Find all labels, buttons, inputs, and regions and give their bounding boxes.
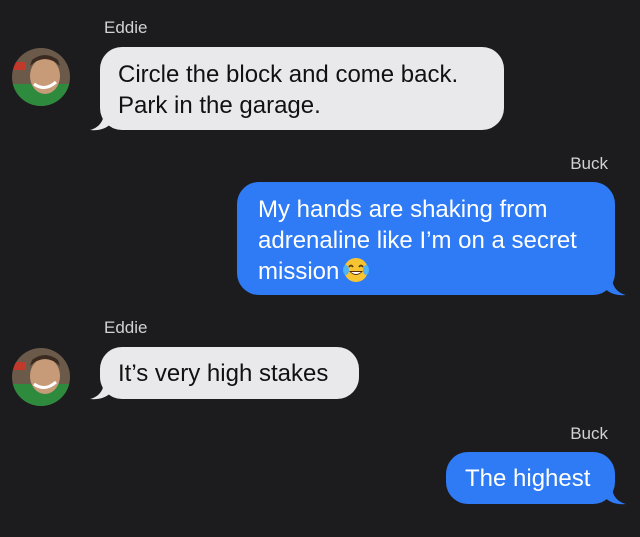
tears-of-joy-emoji	[343, 258, 370, 282]
bubble-tail	[90, 112, 112, 131]
message-line: adrenaline like I’m on a secret	[258, 227, 577, 254]
contact-avatar[interactable]	[12, 348, 70, 406]
sender-name: Buck	[570, 424, 608, 443]
message-line: The highest	[465, 465, 591, 492]
message-line: mission	[258, 256, 597, 287]
message-line: Circle the block and come back.	[118, 61, 459, 88]
message-bubble[interactable]: Circle the block and come back. Park in …	[100, 47, 504, 130]
message-line: Park in the garage.	[118, 92, 321, 119]
bubble-tail	[604, 486, 626, 505]
contact-avatar[interactable]	[12, 48, 70, 106]
message-line: It’s very high stakes	[118, 360, 329, 387]
bubble-tail	[90, 381, 112, 400]
message-bubble[interactable]: The highest	[446, 452, 615, 504]
message-bubble[interactable]: It’s very high stakes	[100, 347, 359, 399]
message-bubble[interactable]: My hands are shaking from adrenaline lik…	[237, 182, 615, 295]
message-line: My hands are shaking from	[258, 196, 548, 223]
sender-name: Buck	[570, 154, 608, 173]
sender-name: Eddie	[104, 318, 148, 337]
bubble-tail	[604, 277, 626, 296]
sender-name: Eddie	[104, 18, 148, 37]
